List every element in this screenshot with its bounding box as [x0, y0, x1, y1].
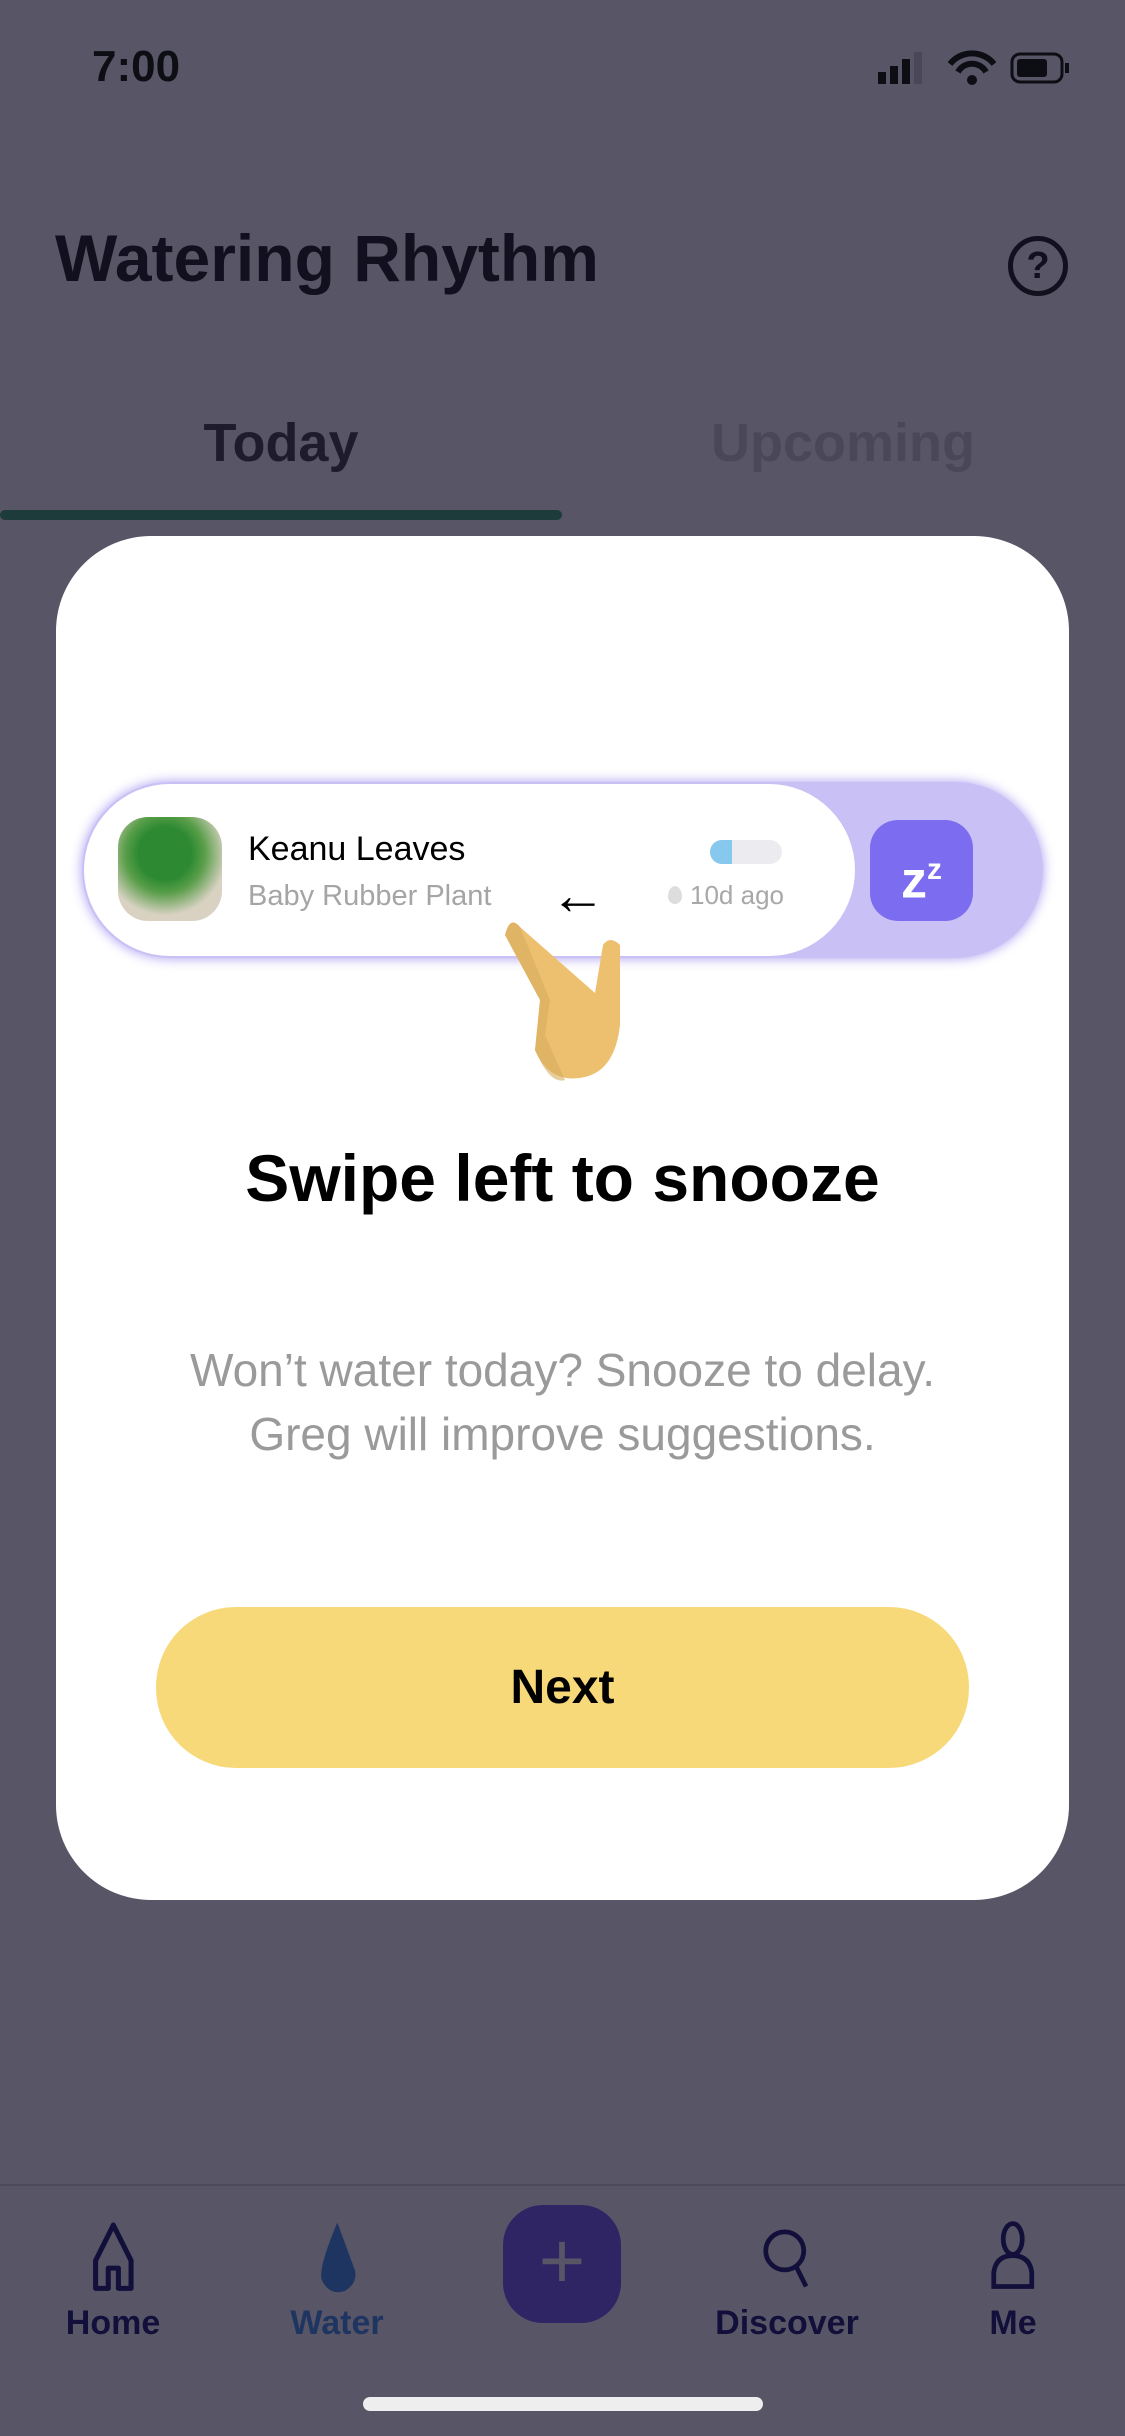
nav-discover[interactable]: Discover: [707, 2220, 867, 2343]
help-icon[interactable]: ?: [1008, 236, 1068, 296]
tab-upcoming[interactable]: Upcoming: [562, 412, 1124, 474]
page-title: Watering Rhythm: [55, 221, 599, 295]
nav-divider: [0, 2184, 1125, 2186]
water-level-fill: [710, 840, 732, 864]
last-watered: 10d ago: [690, 880, 784, 910]
nav-label: Home: [65, 2304, 161, 2342]
swipe-hand-icon: [505, 922, 620, 1081]
nav-me[interactable]: Me: [933, 2220, 1093, 2343]
water-drop-icon: [320, 2222, 356, 2293]
next-button[interactable]: Next: [156, 1607, 969, 1768]
nav-water[interactable]: Water: [257, 2220, 417, 2343]
modal-body: Won’t water today? Snooze to delay. Greg…: [56, 1338, 1069, 1466]
home-icon: [92, 2222, 134, 2291]
body-line: Greg will improve suggestions.: [249, 1408, 876, 1460]
plant-name: Keanu Leaves: [248, 830, 466, 868]
add-plant-button[interactable]: +: [503, 2205, 621, 2323]
home-indicator[interactable]: [363, 2397, 763, 2411]
status-icons: [878, 50, 1069, 85]
water-drop-icon: [668, 886, 682, 904]
status-time: 7:00: [92, 42, 181, 91]
nav-label: Discover: [715, 2304, 859, 2342]
plant-thumbnail: [118, 817, 222, 921]
plant-species: Baby Rubber Plant: [248, 880, 492, 912]
nav-label: Me: [989, 2304, 1037, 2342]
active-tab-indicator: [0, 510, 562, 520]
tab-today[interactable]: Today: [0, 412, 562, 474]
water-level-bar: [710, 840, 782, 864]
nav-home[interactable]: Home: [33, 2220, 193, 2343]
person-icon: [991, 2221, 1035, 2289]
snooze-button[interactable]: zz: [870, 820, 973, 921]
nav-label: Water: [290, 2304, 384, 2342]
search-icon: [763, 2229, 809, 2288]
body-line: Won’t water today? Snooze to delay.: [190, 1344, 935, 1396]
modal-heading: Swipe left to snooze: [245, 1141, 880, 1215]
